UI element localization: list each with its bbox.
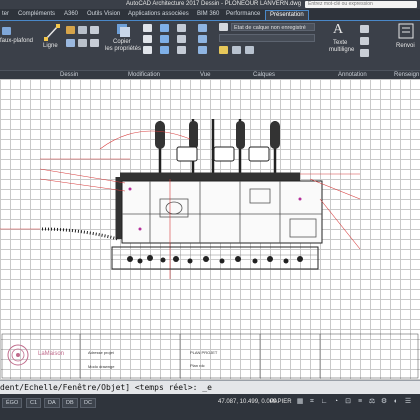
title-block-address: Adresse projet [88, 350, 114, 355]
layer-icon[interactable] [219, 23, 228, 31]
dimension-icon[interactable] [360, 25, 369, 33]
mirror-icon[interactable] [160, 35, 169, 43]
ellipse-icon[interactable] [90, 39, 99, 47]
arc-icon[interactable] [66, 26, 75, 34]
ribbon-tabs: ter Compléments A360 Outils Vision Appli… [0, 9, 420, 21]
match-properties-icon [117, 24, 130, 37]
tab-outils-vision[interactable]: Outils Vision [87, 11, 120, 17]
rotate-icon[interactable] [160, 24, 169, 32]
status-bar: ÉGO C1 DA DB DC 47.087, 10.499, 0.000 PA… [0, 394, 420, 420]
layout-tab-ego[interactable]: ÉGO [2, 398, 23, 408]
title-block-plan-rdc: Plan rdc [190, 363, 205, 368]
customize-icon[interactable]: ☰ [404, 398, 412, 406]
fillet-icon[interactable] [177, 35, 186, 43]
array-icon[interactable] [177, 46, 186, 54]
rectangle-icon[interactable] [78, 39, 87, 47]
ribbon-panel: faux-plafond Ligne Copier les propriétés… [0, 21, 420, 70]
panel-dessin[interactable]: Dessin [60, 72, 78, 78]
layer-freeze-icon[interactable] [219, 46, 228, 54]
title-block-plan: PLAN PROJET [190, 350, 218, 355]
command-line[interactable]: dent/Echelle/Fenêtre/Objet] <temps réel>… [0, 380, 420, 395]
grid-icon[interactable]: ▦ [296, 398, 304, 406]
leader-icon[interactable] [360, 37, 369, 45]
circle-icon[interactable] [66, 39, 75, 47]
window-title: AutoCAD Architecture 2017 Dessin - PLONE… [126, 1, 302, 7]
isolate-icon[interactable]: ◐ [392, 398, 400, 406]
search-input[interactable]: Entrez mot-clé ou expression [305, 1, 417, 8]
trim-icon[interactable] [177, 24, 186, 32]
logo [7, 344, 29, 366]
polyline-icon[interactable] [78, 26, 87, 34]
snap-icon[interactable]: ⌗ [308, 398, 316, 406]
panel-renseign[interactable]: Renseign [394, 72, 419, 78]
tab-performance[interactable]: Performance [226, 11, 260, 17]
tab-applications-associees[interactable]: Applications associées [128, 11, 189, 17]
copy-icon[interactable] [143, 35, 152, 43]
firm-name: LaMaison [38, 351, 65, 357]
table-icon[interactable] [360, 49, 369, 57]
multiligne-label[interactable]: multiligne [329, 47, 354, 53]
renvoi-button[interactable]: Renvoi [396, 43, 415, 49]
ligne-button[interactable]: Ligne [43, 43, 58, 49]
panel-vue[interactable]: Vue [200, 72, 210, 78]
zoom-icon[interactable] [198, 35, 207, 43]
line-icon [44, 24, 60, 41]
panel-annotation[interactable]: Annotation [338, 72, 367, 78]
command-text: dent/Echelle/Fenêtre/Objet] <temps réel>… [0, 383, 212, 392]
tab-ter[interactable]: ter [2, 11, 9, 17]
title-bar: AutoCAD Architecture 2017 Dessin - PLONE… [0, 0, 420, 9]
faux-plafond-button[interactable]: faux-plafond [0, 38, 33, 44]
panel-calques[interactable]: Calques [253, 72, 275, 78]
tab-a360[interactable]: A360 [64, 11, 78, 17]
space-toggle[interactable]: PAPIER [270, 399, 292, 405]
hatch-icon[interactable] [90, 26, 99, 34]
lineweight-icon[interactable]: ≡ [356, 398, 364, 406]
copier-proprietes-label[interactable]: Copier [113, 39, 131, 45]
layout-tab-db[interactable]: DB [62, 398, 78, 408]
ortho-icon[interactable]: ∟ [320, 398, 328, 406]
scale-icon[interactable] [160, 46, 169, 54]
renvoi-icon [398, 23, 414, 39]
layer-match-icon[interactable] [245, 46, 254, 54]
floor-plan-drawing [0, 119, 419, 379]
layer-combo[interactable] [219, 34, 315, 42]
title-block-modo: Modo drawnge [88, 364, 115, 369]
layout-tab-c1[interactable]: C1 [26, 398, 42, 408]
workspace-gear-icon[interactable]: ⚙ [380, 398, 388, 406]
move-icon[interactable] [143, 24, 152, 32]
layout-tab-dc[interactable]: DC [80, 398, 96, 408]
tab-presentation[interactable]: Présentation [265, 10, 309, 20]
view-icon[interactable] [198, 24, 207, 32]
pan-icon[interactable] [198, 46, 207, 54]
panel-modification[interactable]: Modification [128, 72, 160, 78]
tab-bim360[interactable]: BIM 360 [197, 11, 219, 17]
text-icon: A [333, 22, 344, 37]
polar-icon[interactable]: ◔ [332, 398, 340, 406]
layout-tab-da[interactable]: DA [44, 398, 60, 408]
coordinates-readout: 47.087, 10.499, 0.000 [218, 399, 277, 405]
ceiling-icon [2, 27, 11, 35]
layer-state-combo[interactable]: Etat de calque non enregistré [231, 23, 315, 31]
tab-complements[interactable]: Compléments [18, 11, 55, 17]
texte-label[interactable]: Texte [333, 40, 347, 46]
layer-lock-icon[interactable] [232, 46, 241, 54]
stretch-icon[interactable] [143, 46, 152, 54]
osnap-icon[interactable]: ⊡ [344, 398, 352, 406]
drawing-canvas[interactable]: LaMaison Adresse projet Modo drawnge PLA… [0, 79, 420, 380]
annotation-scale-icon[interactable]: ⚖ [368, 398, 376, 406]
copier-proprietes-label-2[interactable]: les propriétés [105, 46, 141, 52]
